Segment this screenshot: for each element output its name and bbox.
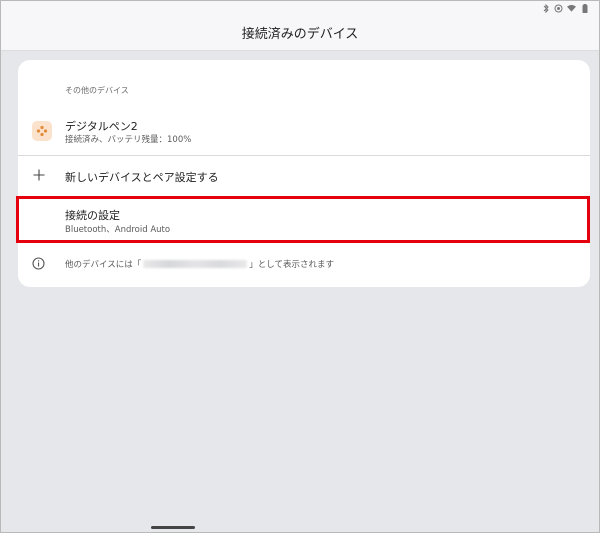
wifi-icon [567,4,576,13]
hotspot-icon [554,4,563,13]
app-bar: 接続済みのデバイス [1,15,599,51]
connection-settings-item[interactable]: 接続の設定 Bluetooth、Android Auto [16,196,590,243]
page-title: 接続済みのデバイス [241,27,359,42]
home-indicator[interactable] [151,526,195,529]
device-visibility-info: 他のデバイスには「 」として表示されます [18,250,590,278]
pair-new-device-button[interactable]: 新しいデバイスとペア設定する [18,156,590,196]
status-bar [1,1,599,15]
device-status: 接続済み、バッテリ残量：100% [65,135,192,145]
info-text: 他のデバイスには「 」として表示されます [65,258,334,270]
info-icon [32,257,45,270]
connected-devices-card: その他のデバイス デジタルペン2 接続済み、バッテリ残量：100% 新しいデバイ… [16,60,590,287]
gamepad-icon [32,121,52,141]
device-item-digital-pen[interactable]: デジタルペン2 接続済み、バッテリ残量：100% [18,105,590,155]
plus-icon [32,168,46,182]
connection-settings-label: 接続の設定 [65,209,120,222]
info-text-prefix: 他のデバイスには「 [65,260,142,270]
pair-new-device-label: 新しいデバイスとペア設定する [65,171,219,184]
bluetooth-icon [541,3,550,13]
connection-settings-subtitle: Bluetooth、Android Auto [65,225,171,235]
section-header-other-devices: その他のデバイス [65,86,129,95]
battery-icon [580,3,589,13]
blurred-device-name [143,260,248,268]
device-name: デジタルペン2 [65,120,138,133]
info-text-suffix: 」として表示されます [249,260,334,270]
